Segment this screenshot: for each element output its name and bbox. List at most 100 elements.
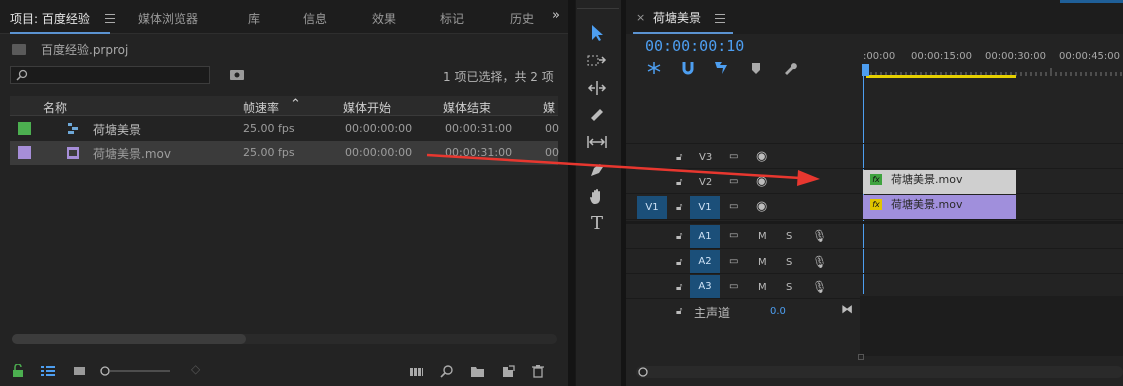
solo-button[interactable]: S bbox=[786, 231, 792, 242]
selection-tool[interactable] bbox=[584, 22, 610, 44]
hand-icon bbox=[590, 189, 600, 204]
tab-media-browser[interactable]: 媒体浏览器 bbox=[138, 10, 198, 27]
toggle-sync-lock-icon[interactable]: ▭ bbox=[729, 230, 738, 241]
sort-icon[interactable]: ◇ bbox=[191, 362, 200, 376]
wrench-icon[interactable] bbox=[782, 60, 798, 76]
toggle-sync-lock-icon[interactable]: ▭ bbox=[729, 256, 738, 267]
nest-toggle-icon[interactable] bbox=[646, 61, 662, 75]
lock-icon[interactable]: 🔓︎ bbox=[676, 202, 682, 213]
column-media-start[interactable]: 媒体开始 bbox=[343, 99, 391, 116]
track-a1[interactable]: 🔓︎ A1 ▭ M S 🎙︎ bbox=[626, 224, 1123, 249]
track-target-a2[interactable]: A2 bbox=[690, 250, 720, 273]
new-item-icon[interactable] bbox=[501, 364, 515, 378]
ripple-edit-tool[interactable] bbox=[584, 77, 610, 99]
automate-to-sequence-icon[interactable] bbox=[409, 364, 423, 378]
clip-v1[interactable]: fx 荷塘美景.mov bbox=[863, 195, 1016, 219]
search-input[interactable] bbox=[10, 66, 210, 84]
mute-button[interactable]: M bbox=[758, 231, 767, 242]
lock-icon[interactable] bbox=[11, 364, 25, 378]
new-bin-icon[interactable] bbox=[470, 364, 484, 378]
scroll-end-marker bbox=[858, 354, 864, 360]
project-file-row: 百度经验.prproj bbox=[10, 41, 310, 57]
track-divider bbox=[626, 143, 1123, 144]
trash-icon[interactable] bbox=[531, 364, 545, 378]
tab-libraries[interactable]: 库 bbox=[248, 10, 260, 27]
sequence-icon bbox=[68, 123, 78, 134]
list-view-icon[interactable] bbox=[41, 364, 55, 378]
mute-button[interactable]: M bbox=[758, 257, 767, 268]
microphone-icon[interactable]: 🎙︎ bbox=[812, 255, 827, 269]
active-tab-indicator bbox=[633, 32, 733, 34]
project-file-icon bbox=[12, 44, 26, 55]
top-highlight-bar bbox=[1060, 0, 1123, 3]
track-target-a1[interactable]: A1 bbox=[690, 225, 720, 248]
razor-tool[interactable] bbox=[584, 104, 610, 126]
microphone-icon[interactable]: 🎙︎ bbox=[812, 280, 827, 294]
track-target-a3[interactable]: A3 bbox=[690, 275, 720, 298]
track-a2[interactable]: 🔓︎ A2 ▭ M S 🎙︎ bbox=[626, 250, 1123, 274]
tab-markers[interactable]: 标记 bbox=[440, 10, 464, 27]
icon-view-icon[interactable] bbox=[73, 364, 87, 378]
project-file-name: 百度经验.prproj bbox=[41, 43, 129, 57]
column-media-end[interactable]: 媒体结束 bbox=[443, 99, 491, 116]
source-patch-v1[interactable]: V1 bbox=[637, 196, 667, 219]
tab-info[interactable]: 信息 bbox=[303, 10, 327, 27]
clip-v2[interactable]: fx 荷塘美景.mov bbox=[863, 170, 1016, 194]
label-color-swatch[interactable] bbox=[18, 146, 31, 159]
toggle-sync-lock-icon[interactable]: ▭ bbox=[729, 201, 738, 212]
playhead-timecode[interactable]: 00:00:00:10 bbox=[645, 37, 744, 55]
eye-icon[interactable]: ◉ bbox=[756, 199, 767, 214]
go-to-end-icon[interactable]: ⧓ bbox=[841, 302, 853, 316]
solo-button[interactable]: S bbox=[786, 257, 792, 268]
column-media-duration[interactable]: 媒 bbox=[543, 99, 557, 116]
track-select-icon bbox=[587, 55, 607, 66]
table-row[interactable]: 荷塘美景 25.00 fps 00:00:00:00 00:00:31:00 0… bbox=[10, 117, 559, 141]
lock-icon[interactable]: 🔓︎ bbox=[676, 257, 682, 268]
type-tool[interactable]: T bbox=[584, 212, 610, 234]
track-select-tool[interactable] bbox=[584, 50, 610, 72]
lock-icon[interactable]: 🔓︎ bbox=[676, 231, 682, 242]
item-name: 荷塘美景 bbox=[93, 123, 142, 137]
video-clip-icon bbox=[67, 147, 79, 159]
work-area-bar[interactable] bbox=[866, 75, 1016, 78]
panel-menu-icon[interactable] bbox=[105, 14, 115, 23]
new-search-bin-icon[interactable] bbox=[229, 68, 245, 81]
mute-button[interactable]: M bbox=[758, 282, 767, 293]
find-icon[interactable] bbox=[440, 364, 454, 378]
master-track-name: 主声道 bbox=[694, 306, 731, 320]
lock-icon[interactable]: 🔓︎ bbox=[676, 306, 682, 317]
master-volume-value[interactable]: 0.0 bbox=[770, 306, 786, 317]
microphone-icon[interactable]: 🎙︎ bbox=[812, 229, 827, 243]
lock-icon[interactable]: 🔓︎ bbox=[676, 282, 682, 293]
tab-project[interactable]: 项目: 百度经验 bbox=[10, 10, 90, 27]
tab-effects[interactable]: 效果 bbox=[372, 10, 396, 27]
solo-button[interactable]: S bbox=[786, 282, 792, 293]
track-target-v1[interactable]: V1 bbox=[690, 196, 720, 219]
ruler-label: 00:00:45:00 bbox=[1059, 51, 1121, 62]
more-tabs-icon[interactable]: » bbox=[552, 8, 560, 23]
tools-divider bbox=[577, 8, 619, 9]
item-media-start: 00:00:00:00 bbox=[345, 146, 413, 159]
ripple-edit-icon bbox=[587, 81, 607, 95]
tab-sequence[interactable]: 荷塘美景 bbox=[653, 9, 701, 26]
toggle-sync-lock-icon[interactable]: ▭ bbox=[729, 281, 738, 292]
timeline-scrollbar[interactable] bbox=[636, 366, 1123, 378]
snap-magnet-icon[interactable] bbox=[681, 60, 695, 76]
scrollbar-thumb[interactable] bbox=[12, 334, 246, 344]
add-marker-icon[interactable] bbox=[750, 61, 762, 75]
hand-tool[interactable] bbox=[584, 186, 610, 208]
scroll-handle-icon[interactable] bbox=[638, 367, 648, 377]
close-icon[interactable]: × bbox=[636, 11, 645, 24]
search-icon bbox=[16, 69, 28, 81]
label-color-swatch[interactable] bbox=[18, 122, 31, 135]
column-header: 名称 帧速率 ⌃ 媒体开始 媒体结束 媒 bbox=[10, 96, 558, 116]
empty-track-area bbox=[860, 296, 1123, 356]
zoom-slider[interactable] bbox=[100, 366, 172, 376]
panel-menu-icon[interactable] bbox=[715, 14, 725, 23]
linked-selection-icon[interactable] bbox=[713, 60, 729, 76]
column-name[interactable]: 名称 bbox=[43, 99, 67, 116]
panel-divider[interactable] bbox=[568, 0, 575, 386]
column-frame-rate[interactable]: 帧速率 bbox=[243, 99, 279, 116]
timeline-tab-bar: × 荷塘美景 bbox=[626, 0, 1123, 34]
tab-history[interactable]: 历史 bbox=[510, 10, 534, 27]
